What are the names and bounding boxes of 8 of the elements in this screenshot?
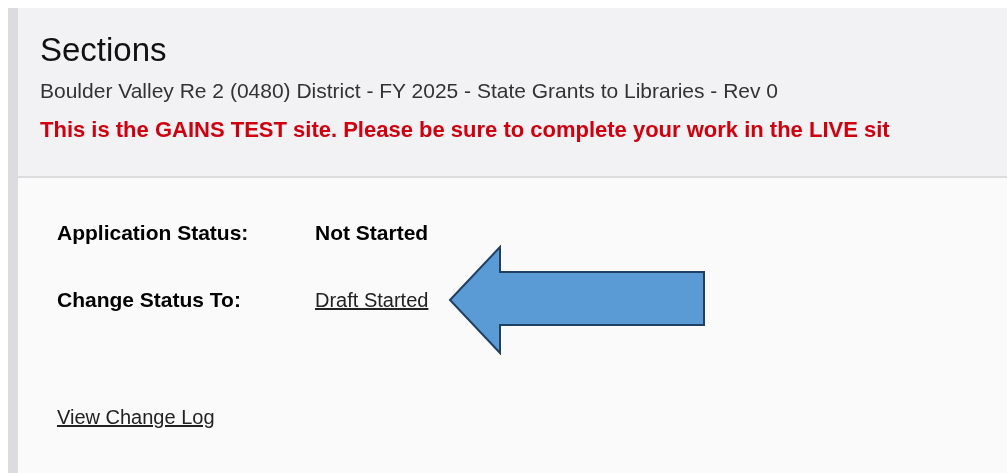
status-value: Not Started	[315, 220, 429, 247]
page-subtitle: Boulder Valley Re 2 (0480) District - FY 2025 - State Grants to Libraries - Rev 0	[40, 78, 780, 104]
status-label: Change Status To:	[57, 287, 242, 314]
warning-text: This is the GAINS TEST site. Please be sure to complete your work in the LIVE sit	[40, 115, 891, 144]
status-link[interactable]: Draft Started	[315, 285, 429, 315]
change-log-link[interactable]: View Change Log	[57, 402, 215, 432]
status-label: Application Status:	[57, 220, 250, 247]
page-title: Sections	[40, 30, 168, 70]
